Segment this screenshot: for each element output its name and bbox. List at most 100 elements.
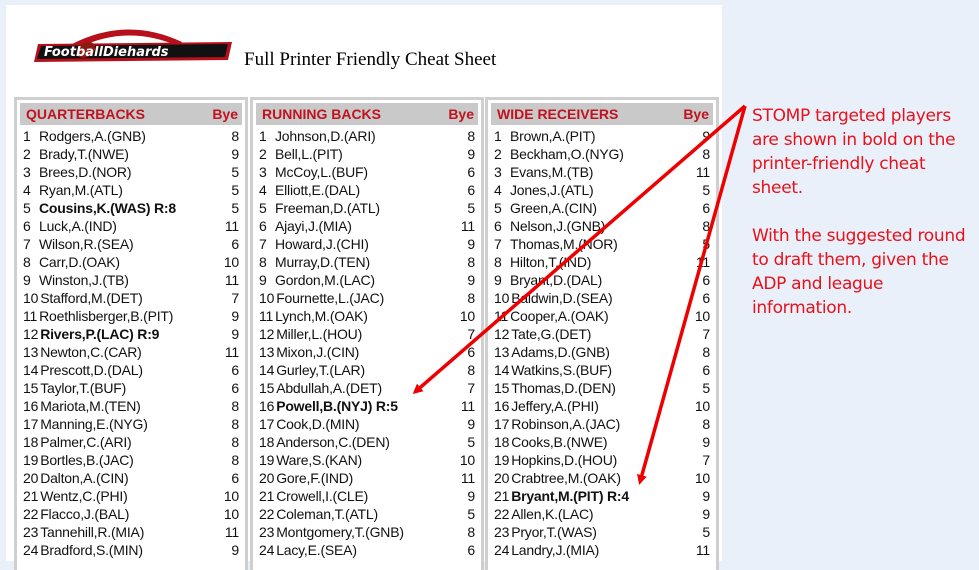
player-name: Tannehill,R.(MIA): [40, 524, 145, 540]
player-bye-week: 9: [702, 506, 710, 522]
player-rank: 6: [23, 218, 31, 234]
player-row: 20 Crabtree,M.(OAK) 10: [494, 469, 710, 487]
player-name: Gore,F.(IND): [276, 470, 354, 486]
player-rank: 20: [259, 470, 275, 486]
player-rank: 3: [23, 164, 31, 180]
player-name: Bryant,M.(PIT) R:4: [511, 488, 629, 504]
player-bye-week: 8: [467, 290, 475, 306]
player-row: 15 Abdullah,A.(DET) 7: [259, 379, 475, 397]
player-row: 12 Miller,L.(HOU) 7: [259, 325, 475, 343]
player-name: Roethlisberger,B.(PIT): [39, 308, 174, 324]
player-bye-week: 7: [467, 326, 475, 342]
player-name: Cooks,B.(NWE): [511, 434, 608, 450]
player-row: 19 Bortles,B.(JAC) 8: [23, 451, 239, 469]
player-rank: 16: [259, 398, 275, 414]
player-rank: 6: [494, 218, 502, 234]
player-rank: 15: [259, 380, 275, 396]
player-rank: 8: [259, 254, 267, 270]
player-rank: 15: [494, 380, 510, 396]
player-bye-week: 9: [467, 146, 475, 162]
player-bye-week: 6: [467, 344, 475, 360]
player-bye-week: 11: [460, 470, 475, 486]
player-bye-week: 8: [467, 524, 475, 540]
player-row: 3 Brees,D.(NOR) 5: [23, 163, 239, 181]
player-name: Rivers,P.(LAC) R:9: [40, 326, 160, 342]
player-name: Rodgers,A.(GNB): [39, 128, 146, 144]
player-rank: 18: [259, 434, 275, 450]
player-bye-week: 6: [231, 362, 239, 378]
player-bye-week: 10: [694, 398, 710, 414]
player-row: 8 Carr,D.(OAK) 10: [23, 253, 239, 271]
svg-text:FootballDiehards: FootballDiehards: [44, 45, 169, 60]
player-bye-week: 9: [467, 488, 475, 504]
player-name: Miller,L.(HOU): [276, 326, 363, 342]
player-bye-week: 9: [467, 416, 475, 432]
player-row: 18 Palmer,C.(ARI) 8: [23, 433, 239, 451]
player-rank: 12: [23, 326, 39, 342]
player-rank: 10: [494, 290, 510, 306]
player-name: Fournette,L.(JAC): [276, 290, 385, 306]
player-rank: 3: [494, 164, 502, 180]
player-row: 9 Bryant,D.(DAL) 6: [494, 271, 710, 289]
player-bye-week: 11: [460, 218, 475, 234]
player-name: Robinson,A.(JAC): [511, 416, 621, 432]
player-row: 7 Howard,J.(CHI) 9: [259, 235, 475, 253]
player-row: 5 Green,A.(CIN) 6: [494, 199, 710, 217]
player-row: 22 Flacco,J.(BAL) 10: [23, 505, 239, 523]
player-row: 21 Wentz,C.(PHI) 10: [23, 487, 239, 505]
column-title: QUARTERBACKS: [26, 106, 145, 122]
player-row: 23 Montgomery,T.(GNB) 8: [259, 523, 475, 541]
player-bye-week: 5: [467, 506, 475, 522]
player-row: 4 Ryan,M.(ATL) 5: [23, 181, 239, 199]
player-rank: 19: [494, 452, 510, 468]
player-rank: 18: [23, 434, 39, 450]
player-name: Dalton,A.(CIN): [40, 470, 129, 486]
player-rank: 6: [259, 218, 267, 234]
player-name: Brees,D.(NOR): [39, 164, 132, 180]
player-bye-week: 8: [231, 416, 239, 432]
player-bye-week: 7: [467, 380, 475, 396]
player-bye-week: 6: [467, 164, 475, 180]
player-rank: 10: [23, 290, 39, 306]
player-name: Wentz,C.(PHI): [40, 488, 128, 504]
targeted-player-row: 12 Rivers,P.(LAC) R:9 9: [23, 325, 239, 343]
player-bye-week: 8: [467, 128, 475, 144]
footballdiehards-logo[interactable]: FootballDiehards .com: [32, 22, 240, 67]
player-row: 22 Coleman,T.(ATL) 5: [259, 505, 475, 523]
player-name: Newton,C.(CAR): [40, 344, 142, 360]
player-rank: 5: [23, 200, 31, 216]
player-name: Manning,E.(NYG): [40, 416, 148, 432]
player-name: Bryant,D.(DAL): [510, 272, 603, 288]
player-list: 1 Brown,A.(PIT) 9 2 Beckham,O.(NYG) 8 3 Evans,M…: [488, 125, 716, 559]
player-rank: 9: [259, 272, 267, 288]
player-rank: 17: [494, 416, 510, 432]
player-bye-week: 10: [223, 506, 239, 522]
player-bye-week: 11: [224, 218, 239, 234]
player-rank: 7: [494, 236, 502, 252]
column-title: WIDE RECEIVERS: [497, 106, 619, 122]
player-rank: 7: [259, 236, 267, 252]
player-name: Gordon,M.(LAC): [275, 272, 375, 288]
player-row: 24 Landry,J.(MIA) 11: [494, 541, 710, 559]
player-bye-week: 5: [467, 200, 475, 216]
targeted-player-row: 21 Bryant,M.(PIT) R:4 9: [494, 487, 710, 505]
player-name: Cooper,A.(OAK): [510, 308, 609, 324]
player-rank: 24: [494, 542, 510, 558]
player-rank: 4: [259, 182, 267, 198]
player-bye-week: 11: [224, 272, 239, 288]
player-name: Powell,B.(NYJ) R:5: [276, 398, 398, 414]
player-name: Anderson,C.(DEN): [276, 434, 390, 450]
player-rank: 16: [23, 398, 39, 414]
player-row: 11 Lynch,M.(OAK) 10: [259, 307, 475, 325]
player-bye-week: 5: [702, 182, 710, 198]
player-bye-week: 9: [702, 488, 710, 504]
player-name: Landry,J.(MIA): [511, 542, 600, 558]
player-row: 10 Fournette,L.(JAC) 8: [259, 289, 475, 307]
player-bye-week: 5: [702, 524, 710, 540]
player-name: Howard,J.(CHI): [275, 236, 369, 252]
player-rank: 22: [494, 506, 510, 522]
player-name: Ryan,M.(ATL): [39, 182, 123, 198]
running-backs-column: RUNNING BACKS Bye 1 Johnson,D.(ARI) 8 2 Bell…: [250, 97, 484, 570]
player-bye-week: 9: [702, 128, 710, 144]
player-row: 2 Beckham,O.(NYG) 8: [494, 145, 710, 163]
